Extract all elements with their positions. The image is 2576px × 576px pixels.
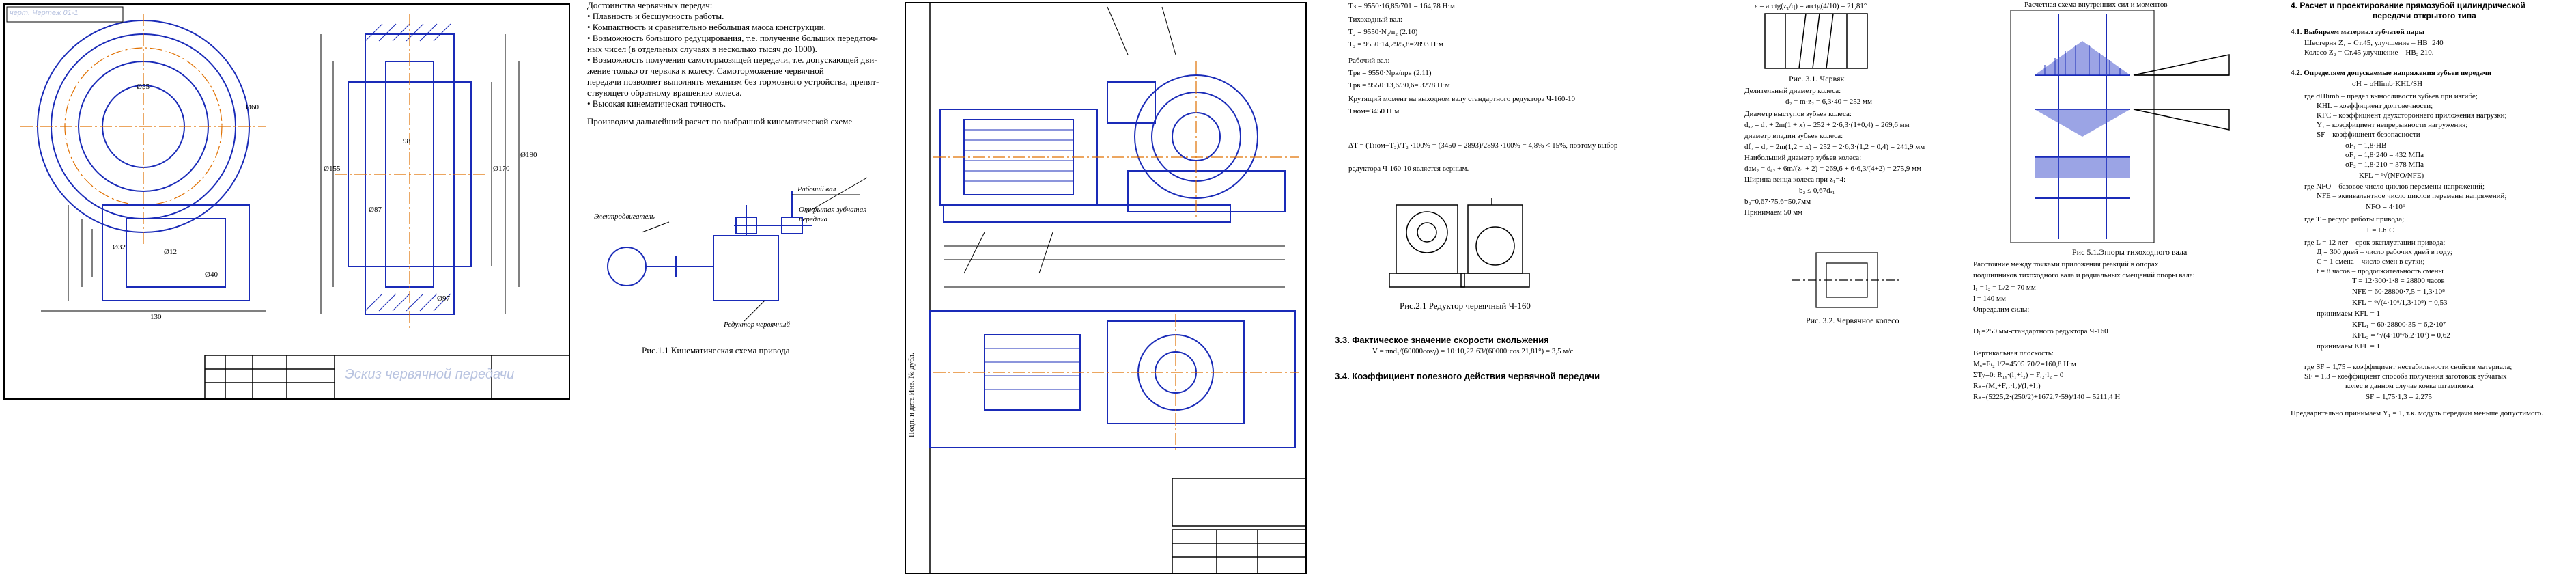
calc-line: Принимаем 50 мм [1744,208,1803,217]
figure-caption: Рис 5.1.Эпюры тихоходного вала [2072,247,2188,257]
calc-line: Д = 300 дней – число рабочих дней в году… [2317,248,2452,256]
dim-label: Ø170 [493,165,510,173]
calc-line: Rв=(Mₓ+Fᵣ₂·l₂)/(l₁+l₂) [1973,382,2041,390]
sheet-kinematic-scheme: Достоинства червячных передач: • Плавнос… [580,0,901,403]
label-motor: Электродвигатель [594,212,655,221]
dim-label: Ø190 [520,151,537,159]
dim-label: 98 [403,137,410,146]
calc-line: KHL – коэффициент долговечности; [2317,102,2433,110]
calc-line: диаметр впадин зубьев колеса: [1744,132,1843,140]
calc-line: где NFO – базовое число циклов перемены … [2304,182,2485,191]
calc-line: где σHlimb – предел выносливости зубьев … [2304,92,2478,100]
label-reducer: Редуктор червячный [724,320,790,329]
calc-line: NFO = 4·10⁶ [2366,203,2405,211]
calc-line: l₁ = l₂ = L/2 = 70 мм [1973,284,2036,292]
calc-line: C = 1 смена – число смен в сутки; [2317,258,2425,266]
calc-line: Определим силы: [1973,305,2030,314]
dim-label: Ø12 [164,248,177,256]
calc-line: Dₚ=250 мм-стандартного редуктора Ч-160 [1973,327,2108,335]
sketch-drawing [3,3,570,400]
calc-line: Y₁ – коэффициент непрерывности нагружени… [2317,121,2468,129]
label-gear-2: передача [799,215,828,223]
dim-label: Ø97 [437,294,450,303]
calc-line: Делительный диаметр колеса: [1744,87,1841,95]
calc-line: b₂=0,67·75,6=50,7мм [1744,197,1811,206]
dim-label: 130 [150,313,162,321]
calc-line: колес в данном случае ковка штамповка [2345,382,2474,390]
calc-line: Rв=(5225,2·(250/2)+1672,7·59)/140 = 5211… [1973,393,2121,401]
calc-line: σF₂ = 1,8·210 = 378 МПа [2345,161,2424,169]
calc-line: Ширина венца колеса при z₁=4: [1744,176,1846,184]
calc-line: σH = σHlimb·KHL/SH [2352,80,2423,88]
subsection-4-2: 4.2. Определяем допускаемые напряжения з… [2291,69,2492,77]
calc-line: SF = 1,75·1,3 = 2,275 [2366,393,2433,401]
calc-line: KFL = ⁶√(NFO/NFE) [2359,172,2424,180]
dim-label: Ø155 [324,165,341,173]
dim-label: Ø55 [137,83,150,91]
figure-caption: Рис. 3.2. Червячное колесо [1806,316,1899,325]
calc-line: T = Lh·C [2366,226,2394,234]
sheet-wheel-geometry: ε = arctg(z₁/q) = arctg(4/10) = 21,81° Р… [1662,0,1970,383]
corner-label: черт. Чертеж 01-1 [10,9,79,17]
calc-line: KFL₁ = 60·28800·35 = 6,2·10⁷ [2352,320,2446,329]
calc-line: подшипников тихоходного вала и радиальны… [1973,271,2195,279]
calc-line: KFC – коэффициент двухстороннего приложе… [2317,111,2507,120]
kinematic-diagram [607,177,868,322]
calc-line: σF₁ = 1,8·HB [2345,141,2387,150]
dim-label: Ø87 [369,206,382,214]
calc-line: ΣTy=0: R₁ᵧ·(l₁+l₂) − Fᵣ₂·l₂ = 0 [1973,371,2064,379]
dim-label: Ø32 [113,243,126,251]
calc-line: KFL₂ = ⁶√(4·10⁶/6,2·10⁷) = 0,62 [2352,331,2450,340]
calc-line: Шестерня Z₁ = Ст.45, улучшение – НВ₁ 240 [2304,39,2444,47]
calc-line: NFE = 60·28800·7,5 = 1,3·10⁸ [2352,288,2446,296]
assembly-drawing [905,2,1307,574]
dim-label: Ø40 [205,271,218,279]
calc-line: Предварительно принимаем Y₁ = 1, т.к. мо… [2291,409,2543,417]
calc-line: Наибольший диаметр зубьев колеса: [1744,154,1862,162]
calc-line: NFE – эквивалентное число циклов перемен… [2317,192,2507,200]
calc-line: где L = 12 лет – срок эксплуатации приво… [2304,238,2446,247]
calc-line: df₂ = d₂ − 2m(1,2 − x) = 252 − 2·6,3·(1,… [1744,143,1925,151]
calc-line: принимаем KFL = 1 [2317,310,2380,318]
section-heading-3-4: 3.4. Коэффициент полезного действия черв… [1335,371,1600,381]
section-heading-3-3: 3.3. Фактическое значение скорости сколь… [1335,335,1549,345]
calc-line: σF₁ = 1,8·240 = 432 МПа [2345,151,2424,159]
calc-line: d₂ = m·z₂ = 6,3·40 = 252 мм [1785,98,1872,106]
sheet-assembly-drawing: Подп. и дата Инв. № дубл. [903,0,1309,576]
calc-line: Диаметр выступов зубьев колеса: [1744,110,1852,118]
dim-label: Ø60 [246,103,259,111]
subsection-4-1: 4.1. Выбираем материал зубчатой пары [2291,28,2425,36]
calc-line: SF = 1,3 – коэффициент способа получения… [2304,372,2507,381]
title-block-text: Эскиз червячной передачи [345,367,515,382]
reducer-drawing [1389,198,1530,288]
stamp-text: Подп. и дата Инв. № дубл. [907,353,916,437]
calc-line: принимаем KFL = 1 [2317,342,2380,351]
calc-line: t = 8 часов – продолжительность смены [2317,267,2444,275]
sheet-torque-calc: Тз = 9550·16,85/701 = 164,78 Н·м Тихоход… [1335,0,1662,383]
sheet-worm-gear-sketch: черт. Чертеж 01-1 Эскиз червячной переда… [0,0,574,403]
sheet-shaft-diagrams: Расчетная схема внутренних сил и моменто… [1970,0,2284,410]
calc-line: T = 12·300·1·8 = 28800 часов [2352,277,2445,285]
calc-line: SF – коэффициент безопасности [2317,131,2420,139]
calc-line: KFL = ⁶√(4·10⁶/1,3·10⁸) = 0,53 [2352,299,2448,307]
calc-line: где SF = 1,75 – коэффициент нестабильнос… [2304,363,2513,371]
calc-line: Расстояние между точками приложения реак… [1973,260,2159,269]
calc-line: где T – ресурс работы привода; [2304,215,2405,223]
figure-caption: Рис. 3.1. Червяк [1789,74,1845,83]
calc-line: V = πnd₁/(60000cosγ) = 10·10,22·63/(6000… [1372,347,1574,355]
section-heading: 4. Расчет и проектирование прямозубой ци… [2291,1,2525,10]
calc-line: b₂ ≤ 0,67dₐ₁ [1799,187,1835,195]
label-working-shaft: Рабочий вал [797,185,836,193]
figure-caption: Рис.2.1 Редуктор червячный Ч-160 [1400,301,1531,311]
calc-line: Колесо Z₂ = Ст.45 улучшение – НВ₂ 210. [2304,49,2434,57]
calc-line: daм₂ = dₐ₂ + 6m/(z₁ + 2) = 269,6 + 6·6,3… [1744,165,1922,173]
calc-line: l = 140 мм [1973,294,2006,303]
sheet-spur-gear-calc: 4. Расчет и проектирование прямозубой ци… [2291,0,2576,430]
calc-line: Mₓ=Fₜ₂·l/2=4595·70/2=160,8 Н·м [1973,360,2076,368]
calc-line: dₐ₂ = d₂ + 2m(1 + x) = 252 + 2·6,3·(1+0,… [1744,121,1910,129]
calc-line: Вертикальная плоскость: [1973,349,2054,357]
section-heading-2: передачи открытого типа [2373,11,2476,20]
figure-caption: Рис.1.1 Кинематическая схема привода [642,345,790,355]
label-open-gear: Открытая зубчатая [799,206,867,214]
